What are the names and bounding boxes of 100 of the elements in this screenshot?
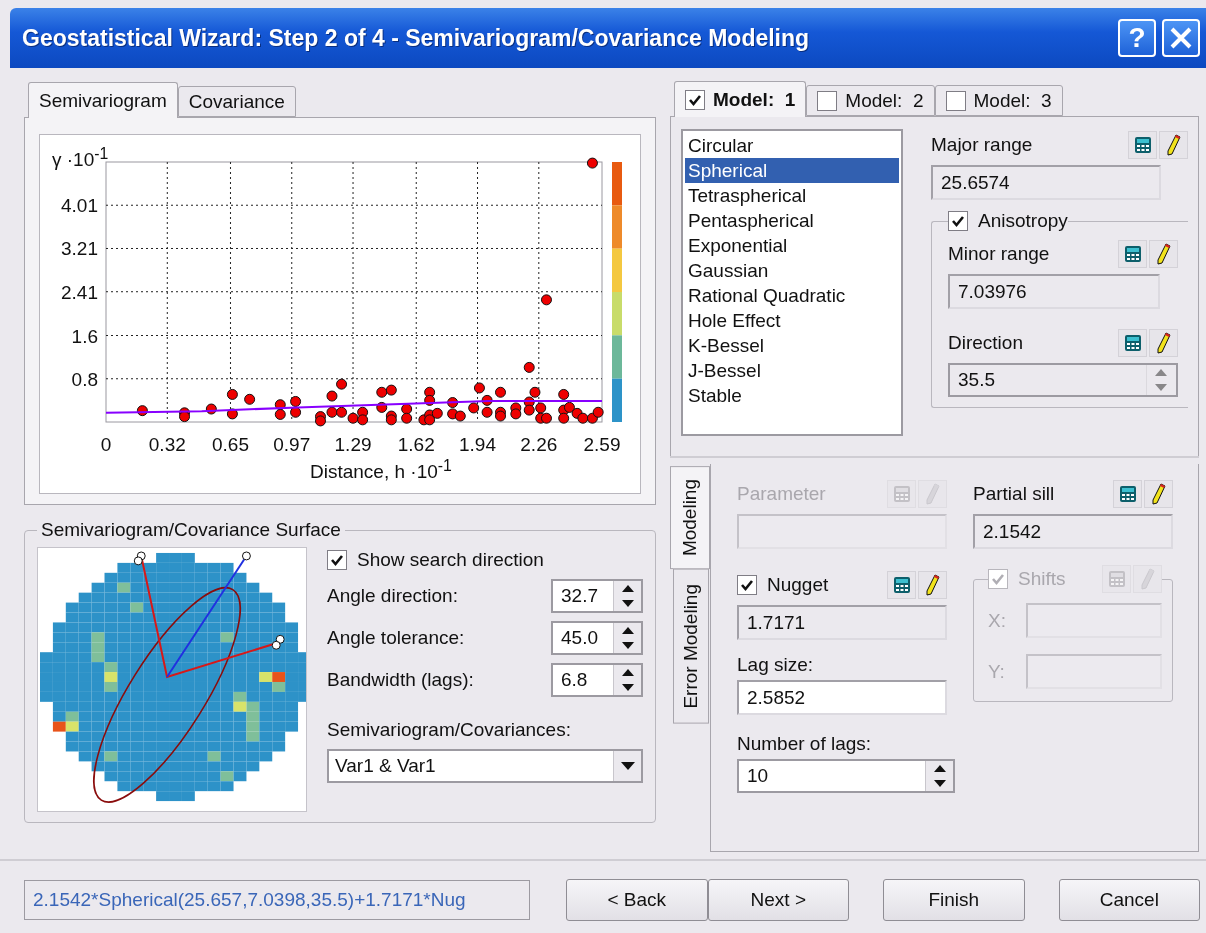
- list-item[interactable]: Rational Quadratic: [685, 283, 899, 308]
- chart-tab[interactable]: Covariance: [177, 86, 296, 117]
- minor-range-field[interactable]: 7.03976: [948, 274, 1160, 309]
- field-label: Semivariogram/Covariances:: [327, 719, 572, 741]
- data-point: [473, 382, 485, 394]
- tick-label: 3.21: [61, 238, 98, 260]
- calculator-icon: [892, 485, 911, 503]
- checkbox-box[interactable]: [817, 90, 838, 111]
- data-point: [226, 388, 238, 400]
- up-arrow-icon[interactable]: [621, 669, 634, 676]
- checkbox-box[interactable]: [945, 90, 966, 111]
- major-range-field[interactable]: 25.6574: [931, 165, 1161, 200]
- pencil-button[interactable]: [1149, 240, 1178, 268]
- list-item[interactable]: K-Bessel: [685, 333, 899, 358]
- nugget-field[interactable]: 1.7171: [737, 605, 947, 640]
- lag-size-field[interactable]: 2.5852: [737, 680, 947, 715]
- side-tab[interactable]: Modeling: [670, 466, 710, 570]
- partial-sill-field[interactable]: 2.1542: [973, 514, 1173, 549]
- down-arrow-icon[interactable]: [933, 780, 946, 787]
- tick-label: 2.41: [61, 281, 98, 303]
- lags-spin-field[interactable]: 10: [737, 759, 955, 793]
- pencil-icon: [1156, 332, 1171, 354]
- field-label: Minor range: [948, 243, 1050, 265]
- tick-label: 1.94: [459, 434, 496, 455]
- spin-field[interactable]: 6.8: [551, 663, 643, 697]
- list-item[interactable]: Stable: [685, 383, 899, 408]
- list-item[interactable]: Circular: [685, 133, 899, 158]
- calculator-button[interactable]: [887, 571, 916, 599]
- data-point: [357, 414, 369, 426]
- nugget-checkbox[interactable]: Nugget: [737, 574, 829, 596]
- down-arrow-icon[interactable]: [621, 642, 634, 649]
- data-point: [523, 404, 535, 416]
- list-item[interactable]: Tetraspherical: [685, 183, 899, 208]
- data-point: [385, 384, 397, 396]
- data-point: [326, 390, 338, 402]
- calculator-icon: [1107, 570, 1126, 588]
- wizard-button[interactable]: Cancel: [1058, 879, 1201, 921]
- wizard-button[interactable]: Finish: [883, 879, 1025, 921]
- model-tab[interactable]: Model: 3: [934, 85, 1063, 116]
- list-item[interactable]: Spherical: [685, 158, 899, 183]
- model-tab[interactable]: Model: 1: [674, 81, 807, 117]
- data-point: [424, 414, 436, 426]
- up-arrow-icon[interactable]: [621, 585, 634, 592]
- spin-field[interactable]: 45.0: [551, 621, 643, 655]
- calculator-button[interactable]: [1113, 480, 1142, 508]
- tick-label: 0.65: [212, 434, 249, 455]
- tick-label: 0: [100, 434, 112, 455]
- close-button[interactable]: [1162, 19, 1200, 57]
- field-label: Angle direction:: [327, 585, 458, 607]
- list-item[interactable]: J-Bessel: [685, 358, 899, 383]
- list-item[interactable]: Hole Effect: [685, 308, 899, 333]
- side-tab[interactable]: Error Modeling: [673, 569, 709, 724]
- model-tab[interactable]: Model: 2: [806, 85, 935, 116]
- pencil-icon: [925, 574, 940, 596]
- data-point: [592, 406, 604, 418]
- checkbox-box[interactable]: [327, 550, 347, 570]
- x-axis-title: Distance, h ·10$^{-1}$: [310, 457, 452, 484]
- dropdown[interactable]: Var1 & Var1: [327, 749, 643, 783]
- tick-label: 0.32: [148, 434, 186, 455]
- wizard-button[interactable]: < Back: [566, 879, 708, 921]
- pencil-button[interactable]: [1144, 480, 1173, 508]
- pencil-button[interactable]: [1159, 131, 1188, 159]
- field-label: Bandwidth (lags):: [327, 669, 474, 691]
- down-arrow-icon[interactable]: [621, 684, 634, 691]
- list-item[interactable]: Gaussian: [685, 258, 899, 283]
- down-arrow-icon[interactable]: [621, 600, 634, 607]
- calculator-button[interactable]: [1118, 329, 1147, 357]
- data-point: [315, 415, 326, 427]
- help-button[interactable]: ?: [1118, 19, 1156, 57]
- checkbox-box[interactable]: [737, 575, 757, 595]
- checkbox-box[interactable]: [948, 211, 968, 231]
- field-label: X:: [988, 609, 1006, 632]
- checkbox-box[interactable]: [685, 89, 705, 110]
- pencil-button[interactable]: [918, 571, 947, 599]
- data-point: [290, 406, 302, 418]
- up-arrow-icon[interactable]: [933, 765, 946, 772]
- anisotropy-checkbox[interactable]: Anisotropy: [948, 210, 1068, 232]
- calculator-icon: [892, 576, 911, 594]
- data-point: [540, 294, 552, 306]
- list-item[interactable]: Pentaspherical: [685, 208, 899, 233]
- calculator-button[interactable]: [1128, 131, 1157, 159]
- field-label: Y:: [988, 660, 1005, 683]
- field-label: Partial sill: [973, 483, 1055, 505]
- field-label: Direction: [948, 332, 1023, 354]
- data-point: [274, 399, 286, 411]
- wizard-button[interactable]: Next >: [707, 879, 850, 921]
- data-point: [336, 378, 348, 390]
- data-point: [226, 408, 238, 420]
- chart-tab[interactable]: Semivariogram: [28, 82, 178, 118]
- field-label: Parameter: [737, 483, 826, 505]
- pencil-button[interactable]: [1149, 329, 1178, 357]
- up-arrow-icon[interactable]: [621, 627, 634, 634]
- data-point: [577, 412, 589, 424]
- spin-field[interactable]: 32.7: [551, 579, 643, 613]
- calculator-button[interactable]: [1118, 240, 1147, 268]
- data-point: [244, 393, 256, 405]
- data-point: [540, 412, 552, 424]
- show-search-direction-checkbox[interactable]: Show search direction: [327, 549, 643, 571]
- data-point: [431, 407, 443, 419]
- list-item[interactable]: Exponential: [685, 233, 899, 258]
